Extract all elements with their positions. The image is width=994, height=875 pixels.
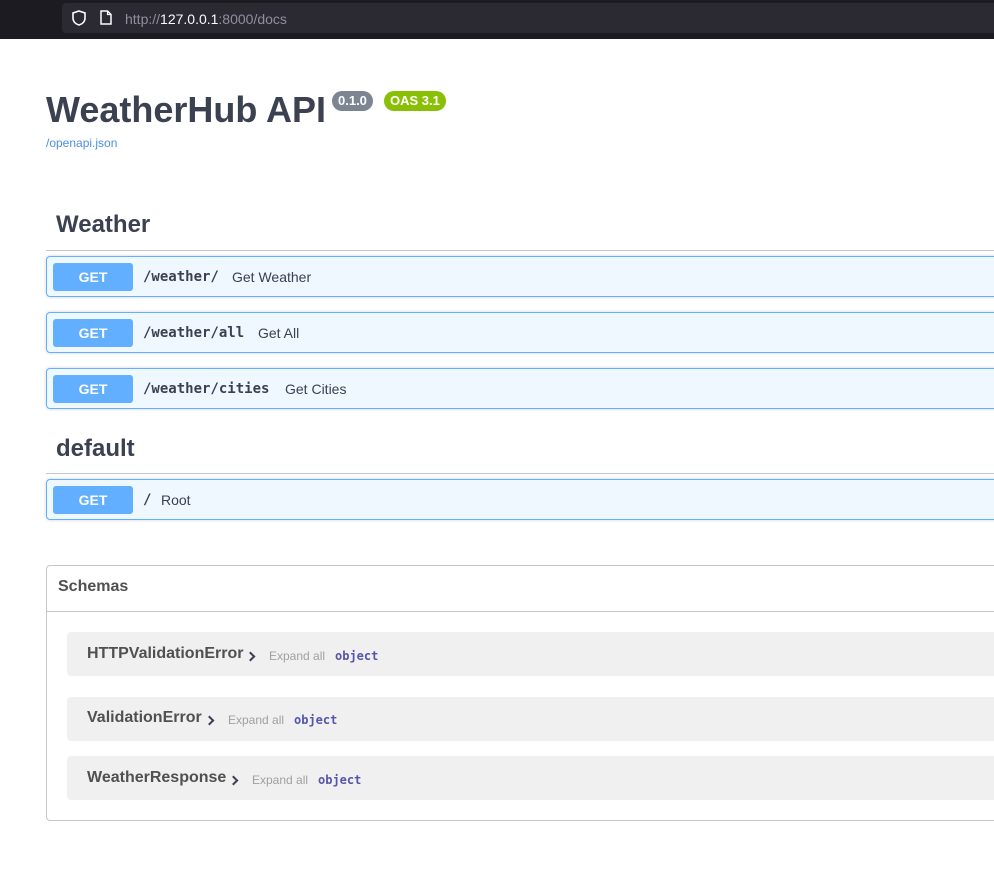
operation-path: /weather/cities	[143, 381, 270, 397]
oas-badge: OAS 3.1	[384, 91, 446, 111]
method-badge: GET	[53, 319, 133, 347]
chevron-right-icon[interactable]	[204, 715, 215, 726]
shield-icon[interactable]	[72, 10, 86, 26]
expand-all-button[interactable]: Expand all	[252, 773, 308, 787]
method-badge: GET	[53, 375, 133, 403]
operation-summary: Root	[161, 492, 191, 508]
browser-toolbar: http://127.0.0.1:8000/docs	[0, 0, 994, 39]
schemas-title: Schemas	[58, 578, 129, 595]
operation-get-weather[interactable]: GET /weather/ Get Weather	[46, 256, 994, 297]
operation-path: /weather/all	[143, 325, 245, 341]
operation-summary: Get Weather	[232, 269, 312, 285]
operation-get-all[interactable]: GET /weather/all Get All	[46, 312, 994, 353]
openapi-json-link[interactable]: /openapi.json	[46, 136, 117, 150]
operation-root[interactable]: GET / Root	[46, 479, 994, 520]
url-rest: :8000/docs	[218, 11, 287, 27]
schema-weatherresponse[interactable]: WeatherResponse Expand all object	[67, 756, 994, 800]
schema-name: WeatherResponse	[87, 769, 227, 786]
page-icon[interactable]	[100, 10, 112, 25]
chevron-right-icon[interactable]	[228, 775, 239, 786]
schema-type: object	[335, 649, 379, 663]
schema-name: HTTPValidationError	[87, 645, 244, 662]
operation-path: /weather/	[143, 269, 219, 285]
tag-default-header[interactable]: default	[46, 427, 994, 474]
operation-summary: Get All	[258, 325, 300, 341]
schemas-header[interactable]: Schemas	[47, 566, 994, 612]
operation-summary: Get Cities	[285, 381, 347, 397]
operation-path: /	[143, 492, 152, 508]
version-badge: 0.1.0	[332, 91, 373, 111]
operation-get-cities[interactable]: GET /weather/cities Get Cities	[46, 368, 994, 409]
schema-validationerror[interactable]: ValidationError Expand all object	[67, 697, 994, 741]
url-prefix: http://	[125, 11, 161, 27]
chevron-right-icon[interactable]	[245, 651, 256, 662]
tag-weather-title: Weather	[56, 211, 151, 238]
schema-type: object	[318, 773, 362, 787]
url-host: 127.0.0.1	[160, 11, 219, 27]
url-text[interactable]: http://127.0.0.1:8000/docs	[125, 11, 287, 27]
schema-name: ValidationError	[87, 709, 202, 726]
schema-httpvalidationerror[interactable]: HTTPValidationError Expand all object	[67, 632, 994, 676]
method-badge: GET	[53, 486, 133, 514]
tag-default-title: default	[56, 435, 135, 462]
tag-weather-header[interactable]: Weather	[46, 203, 994, 251]
expand-all-button[interactable]: Expand all	[269, 649, 325, 663]
schema-type: object	[294, 713, 338, 727]
expand-all-button[interactable]: Expand all	[228, 713, 284, 727]
schemas-section: Schemas HTTPValidationError Expand all o…	[46, 565, 994, 821]
method-badge: GET	[53, 263, 133, 291]
page-title: WeatherHub API	[46, 89, 327, 130]
